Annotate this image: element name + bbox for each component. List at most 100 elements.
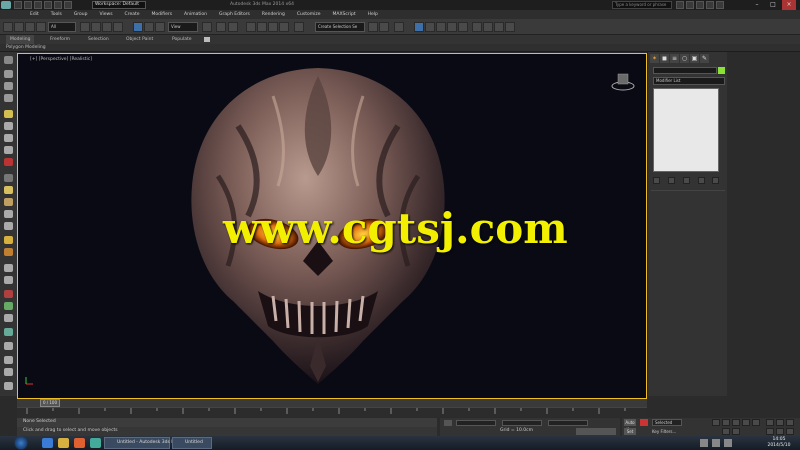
selected-set-dropdown[interactable]: Selected bbox=[652, 419, 682, 426]
curve-editor-icon[interactable] bbox=[436, 22, 446, 32]
scene-explorer-icon[interactable] bbox=[394, 22, 404, 32]
mirror-icon[interactable] bbox=[368, 22, 378, 32]
set-key-button[interactable]: Set Key bbox=[624, 428, 636, 441]
favorites-icon[interactable] bbox=[706, 1, 714, 9]
subscription-icon[interactable] bbox=[686, 1, 694, 9]
sun-icon[interactable] bbox=[4, 236, 13, 244]
frame-field[interactable] bbox=[722, 428, 730, 435]
communication-icon[interactable] bbox=[696, 1, 704, 9]
percent-snap-icon[interactable] bbox=[268, 22, 278, 32]
light-icon[interactable] bbox=[4, 110, 13, 118]
remove-modifier-icon[interactable] bbox=[698, 177, 705, 184]
close-icon[interactable]: × bbox=[782, 0, 796, 10]
select-and-move-icon[interactable] bbox=[133, 22, 143, 32]
taskbar-window-3dsmax[interactable]: Untitled - Autodesk 3ds Max... bbox=[104, 437, 185, 449]
new-file-icon[interactable] bbox=[14, 1, 22, 9]
tray-volume-icon[interactable] bbox=[712, 439, 720, 447]
pin-stack-icon[interactable] bbox=[653, 177, 660, 184]
zoom-extents-icon[interactable] bbox=[776, 428, 784, 435]
box-icon[interactable] bbox=[4, 174, 13, 182]
cone-icon[interactable] bbox=[4, 222, 13, 230]
viewport-label[interactable]: [+] [Perspective] [Realistic] bbox=[30, 57, 92, 62]
reference-coordinate-dropdown[interactable]: View bbox=[168, 22, 198, 32]
help-icon[interactable] bbox=[716, 1, 724, 9]
pivot-center-icon[interactable] bbox=[202, 22, 212, 32]
menu-maxscript[interactable]: MAXScript bbox=[327, 10, 362, 19]
window-crossing-icon[interactable] bbox=[113, 22, 123, 32]
maximize-viewport-icon[interactable] bbox=[786, 428, 794, 435]
plant-icon[interactable] bbox=[4, 328, 13, 336]
pan-icon[interactable] bbox=[776, 419, 784, 426]
select-by-name-icon[interactable] bbox=[91, 22, 101, 32]
auto-key-button[interactable]: Auto Key bbox=[624, 419, 636, 432]
render-setup-icon[interactable] bbox=[472, 22, 482, 32]
render-iterative-icon[interactable] bbox=[505, 22, 515, 32]
layout-tab-icon[interactable] bbox=[4, 94, 13, 102]
render-production-icon[interactable] bbox=[494, 22, 504, 32]
link-icon[interactable] bbox=[25, 22, 35, 32]
create-panel-icon[interactable]: ✶ bbox=[650, 54, 659, 63]
field-of-view-icon[interactable] bbox=[766, 428, 774, 435]
previous-frame-icon[interactable] bbox=[722, 419, 730, 426]
go-to-start-icon[interactable] bbox=[712, 419, 720, 426]
menu-help[interactable]: Help bbox=[362, 10, 384, 19]
menu-modifiers[interactable]: Modifiers bbox=[146, 10, 179, 19]
layout-tab-icon[interactable] bbox=[4, 70, 13, 78]
ribbon-tab-modeling[interactable]: Modeling bbox=[6, 35, 35, 44]
media-player-icon[interactable] bbox=[74, 438, 85, 448]
modifier-stack[interactable] bbox=[653, 88, 719, 172]
next-frame-icon[interactable] bbox=[742, 419, 750, 426]
key-icon[interactable] bbox=[640, 419, 648, 426]
time-slider-thumb[interactable]: 0 / 100 bbox=[40, 399, 60, 407]
menu-views[interactable]: Views bbox=[94, 10, 119, 19]
select-and-scale-icon[interactable] bbox=[155, 22, 165, 32]
geosphere-icon[interactable] bbox=[4, 248, 13, 256]
modifier-list-dropdown[interactable]: Modifier List bbox=[653, 77, 725, 85]
manipulate-icon[interactable] bbox=[216, 22, 226, 32]
ribbon-tab-selection[interactable]: Selection bbox=[88, 35, 109, 44]
rectangle-selection-icon[interactable] bbox=[102, 22, 112, 32]
rendered-frame-window-icon[interactable] bbox=[483, 22, 493, 32]
make-unique-icon[interactable] bbox=[683, 177, 690, 184]
named-selection-set-dropdown[interactable]: Create Selection Se bbox=[315, 22, 365, 32]
lock-selection-icon[interactable] bbox=[444, 420, 452, 426]
pencil-icon[interactable] bbox=[4, 290, 13, 298]
maximize-icon[interactable]: □ bbox=[766, 0, 780, 10]
biped-icon[interactable] bbox=[4, 314, 13, 322]
z-coordinate-field[interactable] bbox=[548, 420, 588, 426]
ribbon-panel-label[interactable]: Polygon Modeling bbox=[6, 44, 46, 52]
angle-snap-icon[interactable] bbox=[257, 22, 267, 32]
add-time-tag-button[interactable] bbox=[576, 428, 616, 435]
search-icon[interactable] bbox=[676, 1, 684, 9]
menu-customize[interactable]: Customize bbox=[291, 10, 327, 19]
sphere-icon[interactable] bbox=[4, 186, 13, 194]
tray-language-icon[interactable] bbox=[724, 439, 732, 447]
edit-named-selection-icon[interactable] bbox=[294, 22, 304, 32]
perspective-viewport[interactable]: [+] [Perspective] [Realistic] www.cgtsj.… bbox=[17, 53, 647, 399]
motion-panel-icon[interactable]: ○ bbox=[680, 54, 689, 63]
menu-tools[interactable]: Tools bbox=[45, 10, 68, 19]
menu-animation[interactable]: Animation bbox=[178, 10, 213, 19]
clock[interactable]: 14:05 2014/5/10 bbox=[760, 437, 798, 449]
object-color-swatch[interactable] bbox=[718, 67, 725, 74]
show-end-result-icon[interactable] bbox=[668, 177, 675, 184]
project-folder-icon[interactable] bbox=[64, 1, 72, 9]
hierarchy-panel-icon[interactable]: ≡ bbox=[670, 54, 679, 63]
ie-icon[interactable] bbox=[42, 438, 53, 448]
paint-icon[interactable] bbox=[4, 264, 13, 272]
go-to-end-icon[interactable] bbox=[752, 419, 760, 426]
character-icon[interactable] bbox=[4, 302, 13, 310]
time-slider[interactable]: 0 / 100 bbox=[17, 399, 647, 407]
key-filters-button[interactable]: Key Filters... bbox=[652, 428, 682, 435]
x-coordinate-field[interactable] bbox=[456, 420, 496, 426]
save-icon[interactable] bbox=[34, 1, 42, 9]
redo-tool-icon[interactable] bbox=[14, 22, 24, 32]
unlink-icon[interactable] bbox=[36, 22, 46, 32]
menu-group[interactable]: Group bbox=[68, 10, 94, 19]
graphite-toggle-icon[interactable] bbox=[425, 22, 435, 32]
object-name-field[interactable] bbox=[653, 67, 717, 74]
selection-filter-dropdown[interactable]: All bbox=[48, 22, 76, 32]
undo-tool-icon[interactable] bbox=[3, 22, 13, 32]
teapot-icon[interactable] bbox=[4, 122, 13, 130]
ribbon-tab-populate[interactable]: Populate bbox=[172, 35, 192, 44]
